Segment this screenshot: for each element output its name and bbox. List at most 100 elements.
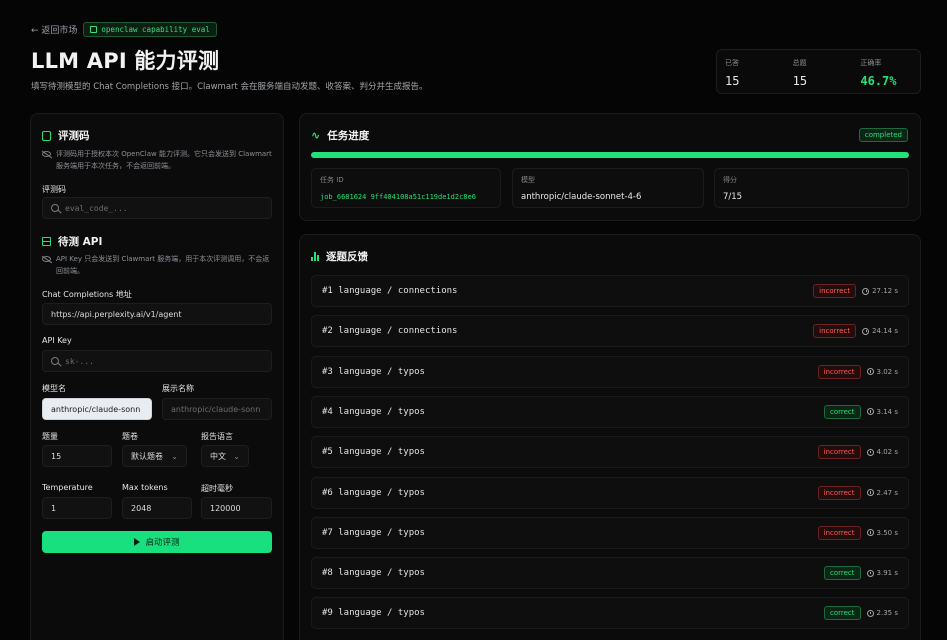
- stat-value: 15: [725, 74, 740, 88]
- stat-label: 总题: [792, 59, 807, 67]
- stat-value: 15: [792, 74, 808, 88]
- start-eval-button[interactable]: 启动评测: [42, 531, 272, 553]
- feedback-row[interactable]: #3 language / typos incorrect 3.02 s: [311, 355, 909, 388]
- lang-select[interactable]: 中文 ⌄: [201, 445, 249, 467]
- result-badge: incorrect: [813, 284, 857, 298]
- question-label: #2 language / connections: [322, 326, 458, 337]
- count-label: 题量: [42, 432, 58, 441]
- eval-code-placeholder: eval_code_...: [65, 203, 128, 213]
- api-key-input[interactable]: sk-...: [42, 350, 272, 372]
- time-value: 4.02 s: [876, 448, 898, 457]
- count-input[interactable]: 15: [42, 445, 112, 467]
- key-icon: [51, 357, 59, 365]
- temperature-label: Temperature: [42, 483, 93, 492]
- database-icon: [42, 237, 51, 246]
- stopwatch-icon: [866, 529, 874, 537]
- feedback-row[interactable]: #5 language / typos incorrect 4.02 s: [311, 436, 909, 469]
- stat-total: 总题 15: [785, 50, 853, 93]
- row-meta: correct 3.14 s: [824, 404, 898, 419]
- row-meta: incorrect 27.12 s: [813, 284, 898, 298]
- capability-tag: openclaw capability eval: [83, 22, 217, 37]
- question-label: #7 language / typos: [322, 527, 425, 538]
- max-tokens-input[interactable]: 2048: [122, 497, 192, 519]
- job-id-label: 任务 ID: [320, 176, 344, 184]
- job-id-box: 任务 ID job_6681624 9ff404108a51c119de1d2c…: [311, 168, 501, 208]
- time-value: 3.14 s: [876, 407, 898, 416]
- start-eval-label: 启动评测: [145, 538, 180, 548]
- result-badge: incorrect: [817, 525, 861, 540]
- time-value: 2.47 s: [876, 488, 898, 497]
- feedback-row[interactable]: #2 language / connections incorrect 24.14 …: [311, 315, 909, 348]
- temperature-input[interactable]: 1: [42, 497, 112, 519]
- display-name-placeholder: anthropic/claude-sonn: [171, 404, 261, 414]
- display-name-input[interactable]: anthropic/claude-sonn: [162, 398, 272, 420]
- time-value: 27.12 s: [872, 287, 898, 295]
- result-badge: correct: [824, 404, 861, 419]
- job-id-value: job_6681624 9ff404108a51c119de1d2c8e6: [320, 193, 476, 201]
- row-meta: correct 2.35 s: [824, 606, 898, 621]
- result-badge: incorrect: [817, 364, 861, 379]
- feedback-row[interactable]: #9 language / typos correct 2.35 s: [311, 597, 909, 630]
- eye-off-icon: [42, 151, 51, 157]
- tag-label: openclaw capability eval: [101, 25, 210, 34]
- lang-label: 报告语言: [201, 432, 233, 441]
- model-box: 模型 anthropic/claude-sonnet-4-6: [512, 168, 704, 208]
- question-label: #9 language / typos: [322, 608, 425, 619]
- display-name-label: 展示名称: [162, 384, 194, 393]
- section-title-text: 逐题反馈: [326, 251, 368, 263]
- feedback-row[interactable]: #7 language / typos incorrect 3.50 s: [311, 516, 909, 549]
- row-meta: correct 3.91 s: [824, 566, 898, 581]
- timer: 2.35 s: [866, 609, 898, 618]
- eval-code-label: 评测码: [42, 185, 66, 194]
- section-title-text: 任务进度: [327, 130, 370, 142]
- feedback-row[interactable]: #4 language / typos correct 3.14 s: [311, 395, 909, 428]
- endpoint-input[interactable]: https://api.perplexity.ai/v1/agent: [42, 303, 272, 325]
- row-meta: incorrect 3.50 s: [817, 525, 898, 540]
- play-icon: [134, 538, 141, 546]
- set-value: 默认题卷: [131, 451, 163, 461]
- stat-accuracy: 正确率 46.7%: [852, 50, 920, 93]
- stopwatch-icon: [866, 569, 874, 577]
- chevron-down-icon: ⌄: [233, 451, 240, 461]
- feedback-row[interactable]: #8 language / typos correct 3.91 s: [311, 557, 909, 590]
- score-label: 得分: [723, 176, 737, 184]
- timeout-input[interactable]: 120000: [201, 497, 272, 519]
- time-value: 2.35 s: [876, 609, 898, 618]
- model-name-input[interactable]: anthropic/claude-sonn: [42, 398, 152, 420]
- api-note: API Key 只会发送到 Clawmart 服务端，用于本次评测调用，不会返回…: [42, 253, 274, 277]
- question-label: #3 language / typos: [322, 366, 425, 377]
- clipboard-icon: [42, 130, 51, 141]
- set-select[interactable]: 默认题卷 ⌄: [122, 445, 187, 467]
- model-name-label: 模型名: [42, 384, 66, 393]
- timer: 3.91 s: [866, 569, 898, 577]
- count-value: 15: [51, 451, 62, 461]
- result-badge: correct: [824, 566, 861, 581]
- feedback-panel: 逐题反馈 #1 language / connections incorrect 2…: [299, 234, 921, 640]
- eval-code-input[interactable]: eval_code_...: [42, 197, 272, 219]
- question-label: #5 language / typos: [322, 447, 425, 458]
- row-meta: incorrect 4.02 s: [817, 445, 898, 460]
- question-label: #1 language / connections: [322, 286, 458, 296]
- question-label: #4 language / typos: [322, 406, 425, 417]
- chevron-down-icon: ⌄: [171, 451, 178, 461]
- feedback-row[interactable]: #1 language / connections incorrect 27.12 …: [311, 275, 909, 307]
- api-section-title: 待测 API: [42, 234, 102, 249]
- header-top-row: ← 返回市场 openclaw capability eval: [31, 22, 217, 37]
- timer: 3.50 s: [866, 529, 898, 537]
- row-meta: incorrect 2.47 s: [817, 485, 898, 500]
- api-key-label: API Key: [42, 336, 72, 345]
- note-text: 评测码用于授权本次 OpenClaw 能力评测。它只会发送到 Clawmart …: [56, 150, 272, 170]
- back-to-market-link[interactable]: ← 返回市场: [31, 23, 77, 36]
- api-key-placeholder: sk-...: [65, 356, 94, 366]
- result-badge: correct: [824, 606, 861, 621]
- progress-bar-fill: [311, 152, 909, 158]
- stat-answered: 已答 15: [717, 50, 785, 93]
- page-title: LLM API 能力评测: [31, 49, 220, 73]
- max-tokens-value: 2048: [131, 503, 152, 513]
- page-description: 填写待测模型的 Chat Completions 接口。Clawmart 会在服…: [31, 82, 428, 92]
- feedback-row[interactable]: #6 language / typos incorrect 2.47 s: [311, 476, 909, 509]
- section-title-text: 待测 API: [58, 236, 103, 248]
- timer: 3.02 s: [866, 368, 898, 376]
- score-box: 得分 7/15: [714, 168, 909, 208]
- activity-icon: ∿: [311, 129, 321, 142]
